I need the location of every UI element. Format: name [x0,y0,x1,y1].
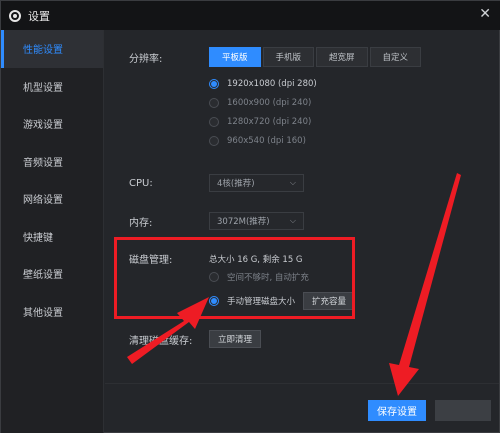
cache-row: 清理磁盘缓存: 立即清理 [129,330,262,348]
title-bar: 设置 ✕ [1,1,500,30]
clean-now-button[interactable]: 立即清理 [209,330,262,348]
resolution-row: 分辨率: 平板版 手机版 超宽屏 自定义 [129,47,423,67]
annotation-arrow-save [389,173,461,396]
resolution-option-1280[interactable]: 1280x720 (dpi 240) [209,117,311,127]
sidebar-item-wallpaper[interactable]: 壁纸设置 [1,255,103,293]
cpu-label: CPU: [129,177,153,189]
sidebar-item-game[interactable]: 游戏设置 [1,105,103,143]
memory-label: 内存: [129,217,153,229]
sidebar-item-network[interactable]: 网络设置 [1,180,103,218]
cpu-select[interactable]: 4核(推荐) ⌵ [209,174,304,192]
radio-unselected[interactable] [209,98,219,108]
radio-unselected[interactable] [209,136,219,146]
sidebar-item-shortcuts[interactable]: 快捷键 [1,218,103,256]
annotation-highlight-box [114,237,355,319]
resolution-option-960[interactable]: 960x540 (dpi 160) [209,136,306,146]
tab-custom[interactable]: 自定义 [369,47,422,67]
secondary-button[interactable] [435,400,491,421]
resolution-option-1920[interactable]: 1920x1080 (dpi 280) [209,79,317,89]
sidebar-item-device-model[interactable]: 机型设置 [1,68,103,106]
cpu-row: CPU: 4核(推荐) ⌵ [129,174,304,192]
tab-ultrawide[interactable]: 超宽屏 [316,47,368,67]
chevron-down-icon: ⌵ [289,178,296,187]
window-title: 设置 [28,9,50,23]
sidebar-item-other[interactable]: 其他设置 [1,293,103,331]
tab-phone[interactable]: 手机版 [262,47,315,67]
settings-window: 设置 ✕ 性能设置 机型设置 游戏设置 音频设置 网络设置 快捷键 壁纸设置 其… [0,0,500,433]
cache-label: 清理磁盘缓存: [129,335,193,347]
tab-tablet[interactable]: 平板版 [209,47,261,67]
chevron-down-icon: ⌵ [289,216,296,225]
memory-row: 内存: 3072M(推荐) ⌵ [129,212,304,230]
sidebar: 性能设置 机型设置 游戏设置 音频设置 网络设置 快捷键 壁纸设置 其他设置 [1,30,104,433]
resolution-label: 分辨率: [129,53,163,65]
settings-gear-icon [9,9,21,22]
sidebar-item-performance[interactable]: 性能设置 [1,30,103,68]
resolution-option-1600[interactable]: 1600x900 (dpi 240) [209,98,311,108]
footer-bar: 保存设置 [105,383,499,433]
save-settings-button[interactable]: 保存设置 [368,400,426,421]
close-icon[interactable]: ✕ [479,6,491,22]
sidebar-item-audio[interactable]: 音频设置 [1,143,103,181]
memory-select[interactable]: 3072M(推荐) ⌵ [209,212,304,230]
radio-selected[interactable] [209,79,219,89]
resolution-mode-tabs: 平板版 手机版 超宽屏 自定义 [209,47,423,67]
radio-unselected[interactable] [209,117,219,127]
